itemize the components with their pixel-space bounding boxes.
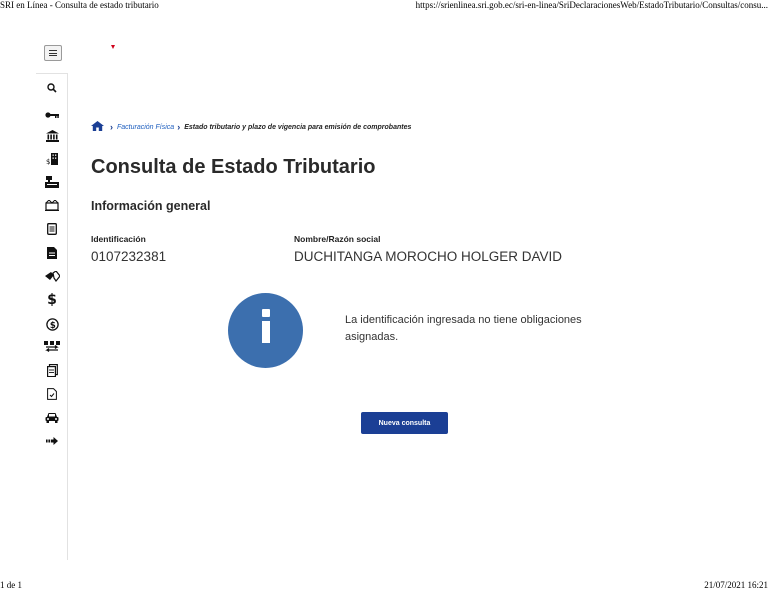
cash-register-icon[interactable] (36, 173, 68, 191)
nombre-label: Nombre/Razón social (294, 234, 381, 244)
menu-line (49, 55, 57, 56)
svg-text:$: $ (49, 321, 55, 331)
car-icon[interactable] (36, 408, 68, 426)
building-dollar-icon[interactable]: $ (36, 150, 68, 168)
circled-dollar-icon[interactable]: $ (36, 315, 68, 333)
print-datetime: 21/07/2021 16:21 (704, 580, 768, 590)
print-page-number: 1 de 1 (0, 580, 22, 590)
home-icon[interactable] (91, 121, 104, 133)
chevron-right-icon: › (177, 122, 181, 132)
breadcrumb: › Facturación Física › Estado tributario… (91, 121, 411, 133)
menu-line (49, 52, 57, 54)
breadcrumb-current: Estado tributario y plazo de vigencia pa… (184, 123, 412, 131)
print-url: https://srienlinea.sri.gob.ec/sri-en-lin… (415, 0, 768, 10)
svg-text:$: $ (46, 158, 50, 165)
search-icon[interactable] (36, 79, 68, 97)
dollar-icon[interactable]: $ (36, 291, 68, 309)
open-box-icon[interactable] (36, 196, 68, 214)
arrow-right-icon[interactable] (36, 432, 68, 450)
new-query-button[interactable]: Nueva consulta (361, 412, 448, 434)
bank-icon[interactable] (36, 127, 68, 145)
section-title: Información general (91, 199, 211, 213)
identificacion-label: Identificación (91, 234, 146, 244)
handshake-icon[interactable] (36, 267, 68, 285)
chevron-right-icon: › (110, 122, 113, 132)
print-footer: 1 de 1 21/07/2021 16:21 (0, 580, 768, 592)
print-header: SRI en Línea - Consulta de estado tribut… (0, 0, 768, 12)
menu-line (49, 50, 57, 51)
brand-logo-mark (111, 45, 115, 49)
identificacion-value: 0107232381 (91, 249, 167, 264)
nombre-value: DUCHITANGA MOROCHO HOLGER DAVID (294, 249, 563, 264)
info-icon (228, 293, 303, 368)
sidebar-nav: $ $ $ (36, 73, 68, 560)
document-filled-icon[interactable] (36, 244, 68, 262)
page-title: Consulta de Estado Tributario (91, 156, 376, 178)
document-check-icon[interactable] (36, 385, 68, 403)
info-icon-bar (262, 321, 270, 343)
document-list-icon[interactable] (36, 220, 68, 238)
info-message: La identificación ingresada no tiene obl… (345, 314, 582, 343)
info-icon-dot (262, 309, 270, 317)
money-exchange-icon[interactable] (36, 338, 68, 356)
key-icon[interactable] (36, 106, 68, 124)
hamburger-menu-button[interactable] (44, 45, 62, 61)
document-stack-icon[interactable] (36, 361, 68, 379)
print-page-title: SRI en Línea - Consulta de estado tribut… (0, 0, 159, 10)
breadcrumb-link-facturacion[interactable]: Facturación Física (117, 124, 174, 131)
